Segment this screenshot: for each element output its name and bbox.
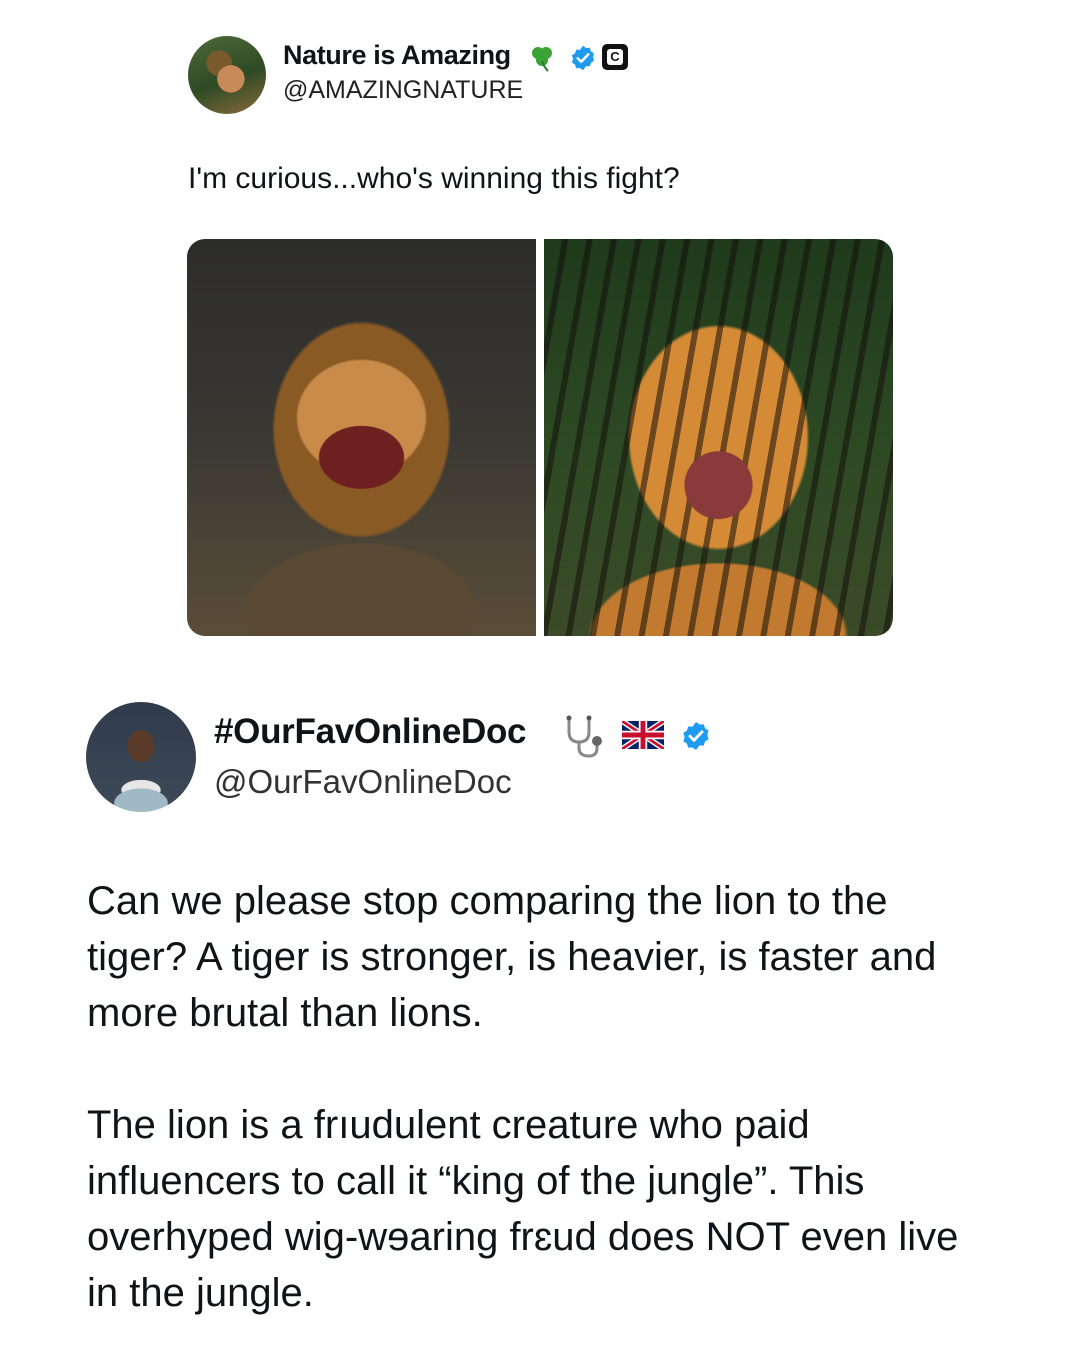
reply-handle[interactable]: @OurFavOnlineDoc — [214, 763, 512, 801]
lion-photo[interactable] — [187, 239, 536, 636]
reply-tweet-paragraph-1: Can we please stop comparing the lion to… — [87, 879, 937, 1035]
verified-badge-icon — [683, 722, 709, 750]
reply-display-name[interactable]: #OurFavOnlineDoc — [214, 712, 527, 752]
quoted-tweet-text: I'm curious...who's winning this fight? — [188, 162, 680, 195]
stethoscope-icon — [566, 715, 602, 758]
quoted-display-name[interactable]: Nature is Amazing — [283, 40, 511, 71]
tiger-photo[interactable] — [544, 239, 893, 636]
verified-badge-icon — [571, 45, 595, 71]
shamrock-icon — [532, 47, 552, 72]
nature-is-amazing-avatar[interactable] — [188, 36, 266, 114]
ourfavonlinedoc-avatar[interactable] — [86, 702, 196, 812]
c-badge-icon: C — [602, 44, 628, 70]
quoted-handle[interactable]: @AMAZINGNATURE — [283, 76, 523, 105]
tweet-media-grid — [187, 239, 893, 636]
reply-tweet-paragraph-2: The lion is a frıudulent creature who pa… — [87, 1103, 959, 1315]
uk-flag-icon — [622, 721, 664, 749]
